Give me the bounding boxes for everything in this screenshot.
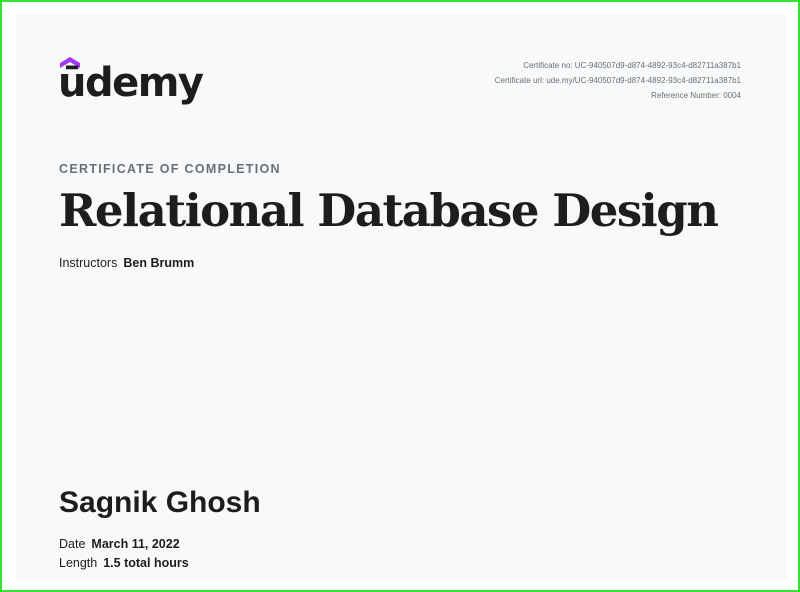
instructor-name: Ben Brumm bbox=[123, 256, 195, 270]
certificate-paper: ūdemy Certificate no: UC-940507d9-d874-4… bbox=[16, 14, 787, 581]
student-name: Sagnik Ghosh bbox=[59, 486, 261, 519]
length-label: Length bbox=[59, 556, 98, 570]
date-label: Date bbox=[59, 537, 86, 551]
logo-wordmark: ūdemy bbox=[58, 60, 204, 106]
instructors-line: Instructors Ben Brumm bbox=[59, 256, 194, 270]
certificate-eyebrow: CERTIFICATE OF COMPLETION bbox=[59, 162, 281, 176]
course-title: Relational Database Design bbox=[59, 184, 719, 237]
reference-number: Reference Number: 0004 bbox=[651, 91, 741, 100]
certificate-meta: Certificate no: UC-940507d9-d874-4892-93… bbox=[495, 58, 741, 103]
udemy-logo: ūdemy bbox=[58, 56, 204, 112]
certificate-url: Certificate url: ude.my/UC-940507d9-d874… bbox=[494, 76, 741, 85]
length-value: 1.5 total hours bbox=[103, 556, 189, 570]
date-line: Date March 11, 2022 bbox=[59, 537, 180, 551]
length-line: Length 1.5 total hours bbox=[59, 556, 189, 570]
certificate-number: Certificate no: UC-940507d9-d874-4892-93… bbox=[523, 61, 741, 70]
certificate-frame: ūdemy Certificate no: UC-940507d9-d874-4… bbox=[0, 0, 800, 592]
instructors-label: Instructors bbox=[59, 256, 118, 270]
date-value: March 11, 2022 bbox=[91, 537, 180, 551]
